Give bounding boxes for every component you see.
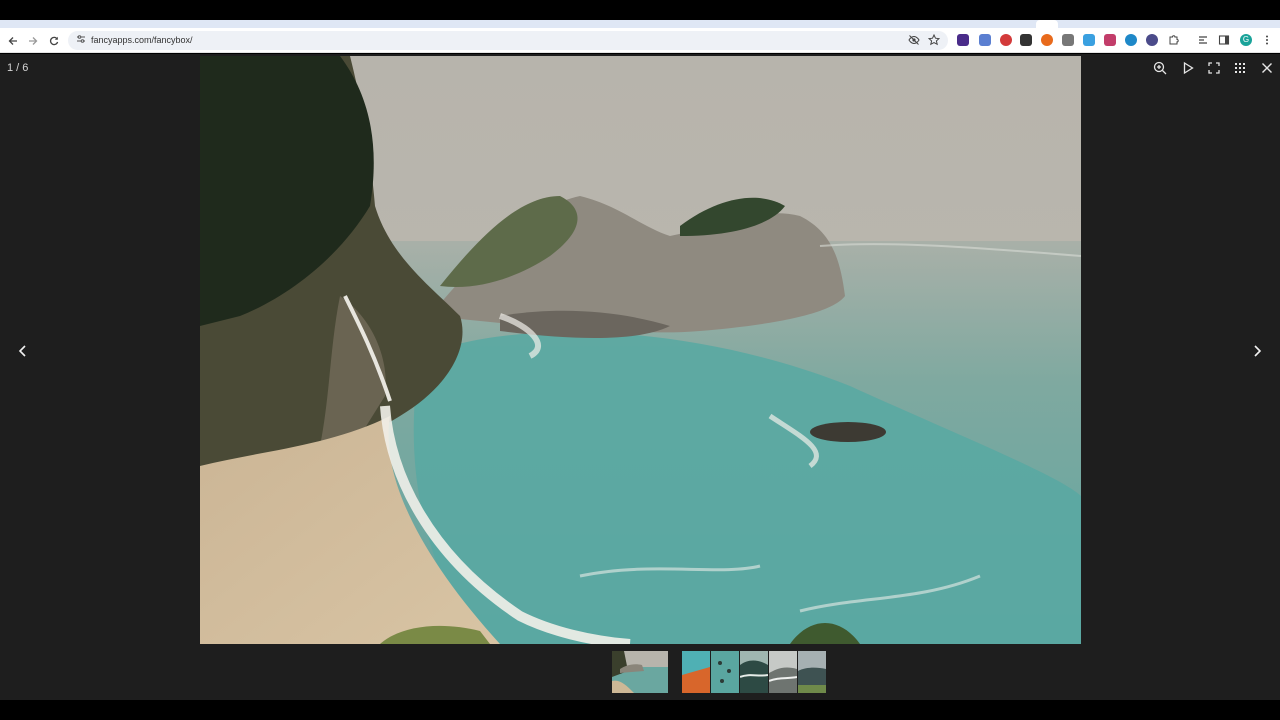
chevron-left-icon [18, 345, 26, 357]
star-icon[interactable] [927, 33, 940, 47]
back-button[interactable] [4, 32, 22, 50]
grid-icon [1235, 63, 1245, 73]
thumbnail-5[interactable] [769, 651, 797, 693]
extension-1-icon[interactable] [957, 34, 969, 46]
eye-off-icon[interactable] [907, 34, 920, 47]
thumbnail-3[interactable] [711, 651, 739, 693]
letterbox-top [0, 0, 1280, 20]
forward-button[interactable] [24, 32, 42, 50]
zoom-in-button[interactable] [1150, 59, 1170, 77]
lightbox-viewer: 1 / 6 [0, 54, 1280, 700]
reading-list-icon[interactable] [1197, 34, 1209, 46]
thumbnail-1-active[interactable] [612, 651, 668, 693]
mail-icon[interactable] [1062, 34, 1074, 46]
profile-avatar[interactable]: G [1240, 34, 1252, 46]
slide-image[interactable] [200, 56, 1081, 644]
thumbnails-toggle-button[interactable] [1230, 59, 1250, 77]
thumbnail-6[interactable] [798, 651, 826, 693]
play-icon [1183, 61, 1194, 75]
tab-strip [0, 20, 1280, 28]
puzzle-icon[interactable] [1168, 34, 1180, 46]
side-panel-icon[interactable] [1218, 34, 1230, 46]
extension-8-icon[interactable] [1104, 34, 1116, 46]
slideshow-button[interactable] [1178, 59, 1198, 77]
extension-3-icon[interactable] [1000, 34, 1012, 46]
letterbox-bottom [0, 700, 1280, 720]
thumbnail-2[interactable] [682, 651, 710, 693]
zoom-in-icon [1153, 61, 1167, 75]
url-text[interactable]: fancyapps.com/fancybox/ [91, 34, 193, 47]
tune-icon[interactable] [75, 34, 87, 46]
extension-2-icon[interactable] [979, 34, 991, 46]
kebab-menu-icon[interactable] [1261, 34, 1273, 46]
arrow-right-icon [29, 37, 38, 45]
fullscreen-icon [1208, 62, 1220, 74]
extension-4-icon[interactable] [1020, 34, 1032, 46]
reload-button[interactable] [45, 32, 63, 50]
browser-toolbar: fancyapps.com/fancybox/ G [0, 28, 1280, 53]
prev-slide-button[interactable] [11, 339, 35, 363]
fullscreen-button[interactable] [1204, 59, 1224, 77]
reload-icon [49, 36, 59, 46]
active-tab[interactable] [1036, 20, 1058, 28]
extension-7-icon[interactable] [1083, 34, 1095, 46]
coastal-photo [200, 56, 1081, 644]
thumbnail-4[interactable] [740, 651, 768, 693]
extension-9-icon[interactable] [1125, 34, 1137, 46]
address-bar[interactable]: fancyapps.com/fancybox/ [68, 31, 948, 50]
arrow-left-icon [8, 37, 17, 45]
profile-initial: G [1242, 35, 1250, 44]
close-icon [1262, 63, 1272, 73]
thumbnail-strip [0, 651, 1280, 695]
extension-10-icon[interactable] [1146, 34, 1158, 46]
slide-counter: 1 / 6 [7, 62, 29, 74]
extension-5-icon[interactable] [1041, 34, 1053, 46]
close-button[interactable] [1257, 59, 1277, 77]
chevron-right-icon [1254, 345, 1262, 357]
next-slide-button[interactable] [1245, 339, 1269, 363]
